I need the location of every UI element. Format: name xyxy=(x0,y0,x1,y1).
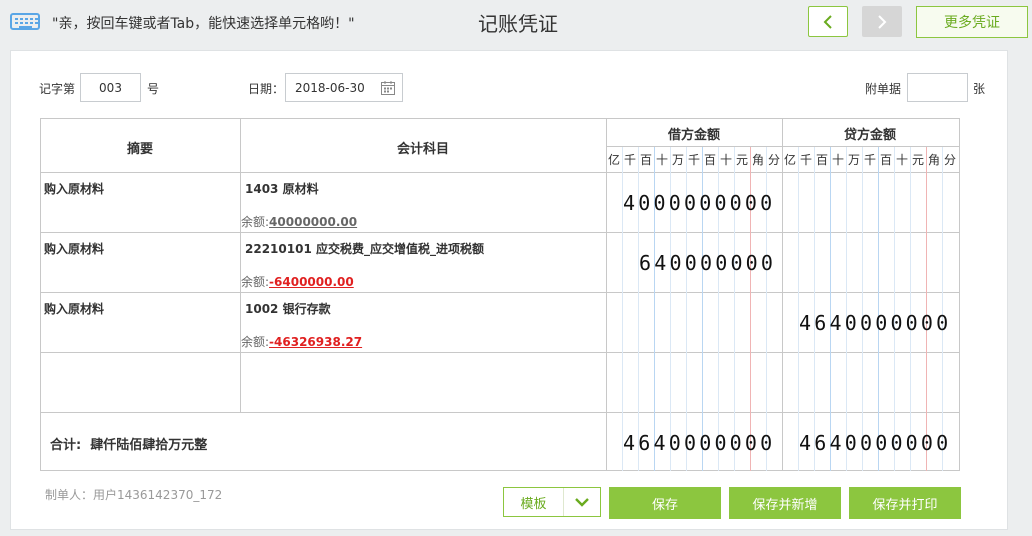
amount-header-divider xyxy=(606,146,960,147)
row-1-summary[interactable]: 购入原材料 xyxy=(44,180,104,197)
row-3-balance: 余额:-46326938.27 xyxy=(241,335,363,349)
digit-unit-label: 元 xyxy=(911,153,924,167)
more-vouchers-button[interactable]: 更多凭证 xyxy=(916,6,1028,38)
digit-unit-label: 亿 xyxy=(607,153,620,167)
digit-divider xyxy=(814,147,815,471)
digit-unit-label: 角 xyxy=(751,153,764,167)
save-and-print-button[interactable]: 保存并打印 xyxy=(849,487,961,519)
digit-divider xyxy=(910,147,911,471)
row-1-balance: 余额:40000000.00 xyxy=(241,215,358,229)
digit-unit-label: 万 xyxy=(847,153,860,167)
total-credit-amount: 4640000000 xyxy=(799,431,952,455)
row-2-debit-amount[interactable]: 640000000 xyxy=(639,251,776,275)
date-value: 2018-06-30 xyxy=(295,80,365,95)
save-and-new-button[interactable]: 保存并新增 xyxy=(729,487,841,519)
row-divider xyxy=(40,352,960,353)
summary-header: 摘要 xyxy=(126,142,153,157)
digit-unit-label: 百 xyxy=(879,153,892,167)
chevron-down-icon xyxy=(575,498,589,507)
template-toggle[interactable] xyxy=(564,488,600,516)
digit-unit-label: 百 xyxy=(639,153,652,167)
digit-unit-label: 千 xyxy=(799,153,812,167)
page-title: 记账凭证 xyxy=(478,12,558,36)
digit-unit-label: 分 xyxy=(767,153,780,167)
digit-unit-label: 十 xyxy=(719,153,732,167)
date-label: 日期： xyxy=(248,82,285,96)
digit-unit-label: 角 xyxy=(927,153,940,167)
digit-unit-label: 十 xyxy=(831,153,844,167)
top-bar: "亲，按回车键或者Tab，能快速选择单元格哟！" 记账凭证 更多凭证 xyxy=(0,0,1032,44)
voucher-number-input[interactable]: 003 xyxy=(80,73,141,102)
digit-divider xyxy=(798,147,799,471)
row-divider xyxy=(40,412,960,413)
row-1-account[interactable]: 1403 原材料 xyxy=(245,180,319,197)
row-1-debit-amount[interactable]: 4000000000 xyxy=(623,191,775,215)
hint-text: "亲，按回车键或者Tab，能快速选择单元格哟！" xyxy=(52,16,355,32)
total-in-words: 肆仟陆佰肆拾万元整 xyxy=(90,438,208,453)
keyboard-icon xyxy=(10,13,40,30)
digit-unit-label: 千 xyxy=(863,153,876,167)
digit-divider xyxy=(926,147,927,471)
row-3-summary[interactable]: 购入原材料 xyxy=(44,300,104,317)
date-input[interactable]: 2018-06-30 xyxy=(285,73,403,102)
calendar-icon[interactable] xyxy=(380,80,396,96)
digit-unit-label: 十 xyxy=(655,153,668,167)
row-divider xyxy=(40,172,960,173)
digit-unit-label: 百 xyxy=(815,153,828,167)
digit-unit-label: 千 xyxy=(687,153,700,167)
column-divider xyxy=(606,118,607,471)
next-voucher-button[interactable] xyxy=(862,6,902,37)
table-border-top xyxy=(40,118,960,119)
row-3-credit-amount[interactable]: 4640000000 xyxy=(799,311,951,335)
chevron-right-icon xyxy=(878,14,887,29)
digit-divider xyxy=(862,147,863,471)
chevron-left-icon xyxy=(823,14,832,29)
digit-divider xyxy=(878,147,879,471)
digit-unit-label: 亿 xyxy=(783,153,796,167)
digit-unit-label: 十 xyxy=(895,153,908,167)
digit-divider xyxy=(830,147,831,471)
digit-unit-label: 万 xyxy=(671,153,684,167)
total-label: 合计: 肆仟陆佰肆拾万元整 xyxy=(50,438,208,453)
column-divider xyxy=(240,118,241,412)
voucher-table: 摘要 会计科目 借方金额 贷方金额 亿千百十万千百十元角分亿千百十万千百十元角分… xyxy=(40,118,960,471)
attachment-label: 附单据 xyxy=(865,82,902,96)
digit-unit-label: 分 xyxy=(943,153,956,167)
table-border-bottom xyxy=(40,470,960,471)
table-border-left xyxy=(40,118,41,471)
row-2-account[interactable]: 22210101 应交税费_应交增值税_进项税额 xyxy=(245,240,484,257)
digit-unit-label: 元 xyxy=(735,153,748,167)
attachment-suffix: 张 xyxy=(973,82,986,96)
debit-header: 借方金额 xyxy=(667,128,720,143)
digit-divider xyxy=(846,147,847,471)
template-dropdown[interactable]: 模板 xyxy=(503,487,601,517)
maker-info: 制单人：用户1436142370_172 xyxy=(45,488,223,502)
row-3-account[interactable]: 1002 银行存款 xyxy=(245,300,331,317)
account-header: 会计科目 xyxy=(396,142,449,157)
credit-header: 贷方金额 xyxy=(843,128,896,143)
column-divider xyxy=(782,118,783,471)
digit-divider xyxy=(942,147,943,471)
voucher-word-label: 记字第 xyxy=(39,82,76,96)
voucher-panel: 记字第 003 号 日期： 2018-06-30 附单据 张 摘要 会计科目 借… xyxy=(10,50,1008,530)
prev-voucher-button[interactable] xyxy=(808,6,848,37)
voucher-number-suffix: 号 xyxy=(147,82,160,96)
row-2-summary[interactable]: 购入原材料 xyxy=(44,240,104,257)
digit-unit-label: 千 xyxy=(623,153,636,167)
row-divider xyxy=(40,292,960,293)
row-2-balance: 余额:-6400000.00 xyxy=(241,275,354,289)
save-button[interactable]: 保存 xyxy=(609,487,721,519)
table-border-right xyxy=(959,118,960,471)
template-button[interactable]: 模板 xyxy=(504,488,564,516)
digit-unit-label: 百 xyxy=(703,153,716,167)
row-divider xyxy=(40,232,960,233)
total-debit-amount: 4640000000 xyxy=(623,431,776,455)
attachment-count-input[interactable] xyxy=(907,73,968,102)
digit-divider xyxy=(894,147,895,471)
